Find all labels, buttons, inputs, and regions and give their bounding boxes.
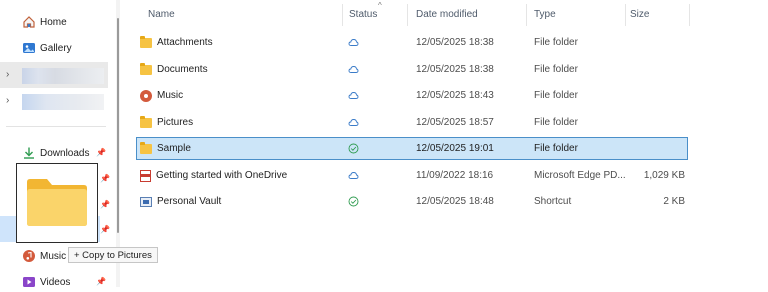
file-row[interactable]: Music 12/05/2025 18:43 File folder xyxy=(136,84,688,107)
file-type: Microsoft Edge PD... xyxy=(534,170,626,181)
chevron-right-icon[interactable]: › xyxy=(6,95,9,106)
date-modified: 12/05/2025 18:57 xyxy=(416,117,494,128)
cloud-icon xyxy=(348,39,359,46)
cloud-icon xyxy=(348,172,359,179)
nav-item-label: Music xyxy=(40,250,67,262)
nav-item-label: Videos xyxy=(40,276,71,288)
home-icon xyxy=(22,15,36,29)
music-folder-icon xyxy=(140,89,152,102)
file-row[interactable]: Attachments 12/05/2025 18:38 File folder xyxy=(136,31,688,54)
nav-item-videos[interactable]: Videos xyxy=(0,272,70,292)
redacted-label xyxy=(22,68,104,84)
chevron-right-icon[interactable]: › xyxy=(6,69,9,80)
file-size: 2 KB xyxy=(663,196,685,207)
file-row[interactable]: Personal Vault 12/05/2025 18:48 Shortcut… xyxy=(136,190,688,213)
column-separator[interactable] xyxy=(625,4,626,26)
file-name: Personal Vault xyxy=(157,196,222,207)
navigation-pane: Home Gallery › › Downloads 📌 📌 📌 📌 Music xyxy=(0,0,116,288)
column-separator[interactable] xyxy=(407,4,408,26)
file-name: Pictures xyxy=(157,117,194,128)
sort-caret-icon: ^ xyxy=(378,1,382,10)
nav-scrollbar-thumb[interactable] xyxy=(117,18,119,233)
date-modified: 12/05/2025 18:48 xyxy=(416,196,494,207)
folder-icon xyxy=(140,115,152,128)
nav-item-home[interactable]: Home xyxy=(0,12,67,32)
pin-icon: 📌 xyxy=(96,277,106,286)
column-separator[interactable] xyxy=(526,4,527,26)
cloud-icon xyxy=(348,66,359,73)
file-size xyxy=(625,138,685,159)
folder-icon xyxy=(140,141,152,154)
column-header-name[interactable]: Name xyxy=(148,9,175,20)
file-name: Sample xyxy=(157,143,191,154)
date-modified: 12/05/2025 18:38 xyxy=(416,37,494,48)
file-name: Music xyxy=(157,90,184,101)
synced-check-icon xyxy=(348,143,359,154)
cloud-icon xyxy=(348,92,359,99)
file-name: Getting started with OneDrive xyxy=(156,170,288,181)
file-type: File folder xyxy=(534,64,578,75)
file-row[interactable]: Getting started with OneDrive 11/09/2022… xyxy=(136,164,688,187)
file-type: File folder xyxy=(534,90,578,101)
column-separator[interactable] xyxy=(342,4,343,26)
file-size xyxy=(625,58,685,81)
file-type: File folder xyxy=(534,37,578,48)
pin-icon: 📌 xyxy=(96,148,106,157)
file-type: File folder xyxy=(534,143,578,154)
date-modified: 12/05/2025 18:38 xyxy=(416,64,494,75)
nav-item-redacted-2[interactable]: › xyxy=(0,88,108,114)
pin-icon: 📌 xyxy=(100,200,110,209)
file-size: 1,029 KB xyxy=(643,170,685,181)
file-name: Documents xyxy=(157,64,208,75)
drag-tooltip: + Copy to Pictures xyxy=(68,247,158,263)
vault-shortcut-icon xyxy=(140,196,152,207)
file-size xyxy=(625,111,685,134)
download-icon xyxy=(22,146,36,160)
file-row-selected[interactable]: Sample 12/05/2025 19:01 File folder xyxy=(136,137,688,160)
folder-icon xyxy=(27,179,87,226)
file-size xyxy=(625,84,685,107)
nav-item-label: Gallery xyxy=(40,42,72,54)
nav-item-redacted-1[interactable]: › xyxy=(0,62,108,88)
file-type: File folder xyxy=(534,117,578,128)
date-modified: 12/05/2025 19:01 xyxy=(416,143,494,154)
pin-icon: 📌 xyxy=(100,225,110,234)
nav-item-label: Home xyxy=(40,16,67,28)
nav-item-music[interactable]: Music xyxy=(0,246,66,266)
redacted-label xyxy=(22,94,104,110)
pdf-icon xyxy=(140,169,151,182)
column-header-bar: ^ Name Status Date modified Type Size xyxy=(136,0,768,30)
column-separator[interactable] xyxy=(689,4,690,26)
date-modified: 11/09/2022 18:16 xyxy=(416,170,494,181)
drag-preview xyxy=(16,163,98,243)
folder-icon xyxy=(140,35,152,48)
column-header-date-modified[interactable]: Date modified xyxy=(416,9,478,20)
cloud-icon xyxy=(348,119,359,126)
file-size xyxy=(625,31,685,54)
nav-item-gallery[interactable]: Gallery xyxy=(0,38,72,58)
synced-check-icon xyxy=(348,196,359,207)
file-row[interactable]: Documents 12/05/2025 18:38 File folder xyxy=(136,58,688,81)
column-header-size[interactable]: Size xyxy=(630,9,649,20)
music-icon xyxy=(22,249,36,263)
date-modified: 12/05/2025 18:43 xyxy=(416,90,494,101)
column-header-type[interactable]: Type xyxy=(534,9,556,20)
file-name: Attachments xyxy=(157,37,213,48)
column-header-status[interactable]: Status xyxy=(349,9,377,20)
file-type: Shortcut xyxy=(534,196,572,207)
file-row[interactable]: Pictures 12/05/2025 18:57 File folder xyxy=(136,111,688,134)
folder-icon xyxy=(140,62,152,75)
nav-item-label: Downloads xyxy=(40,147,90,159)
gallery-icon xyxy=(22,41,36,55)
pin-icon: 📌 xyxy=(100,174,110,183)
nav-item-downloads[interactable]: Downloads xyxy=(0,143,89,163)
nav-divider xyxy=(6,126,106,127)
